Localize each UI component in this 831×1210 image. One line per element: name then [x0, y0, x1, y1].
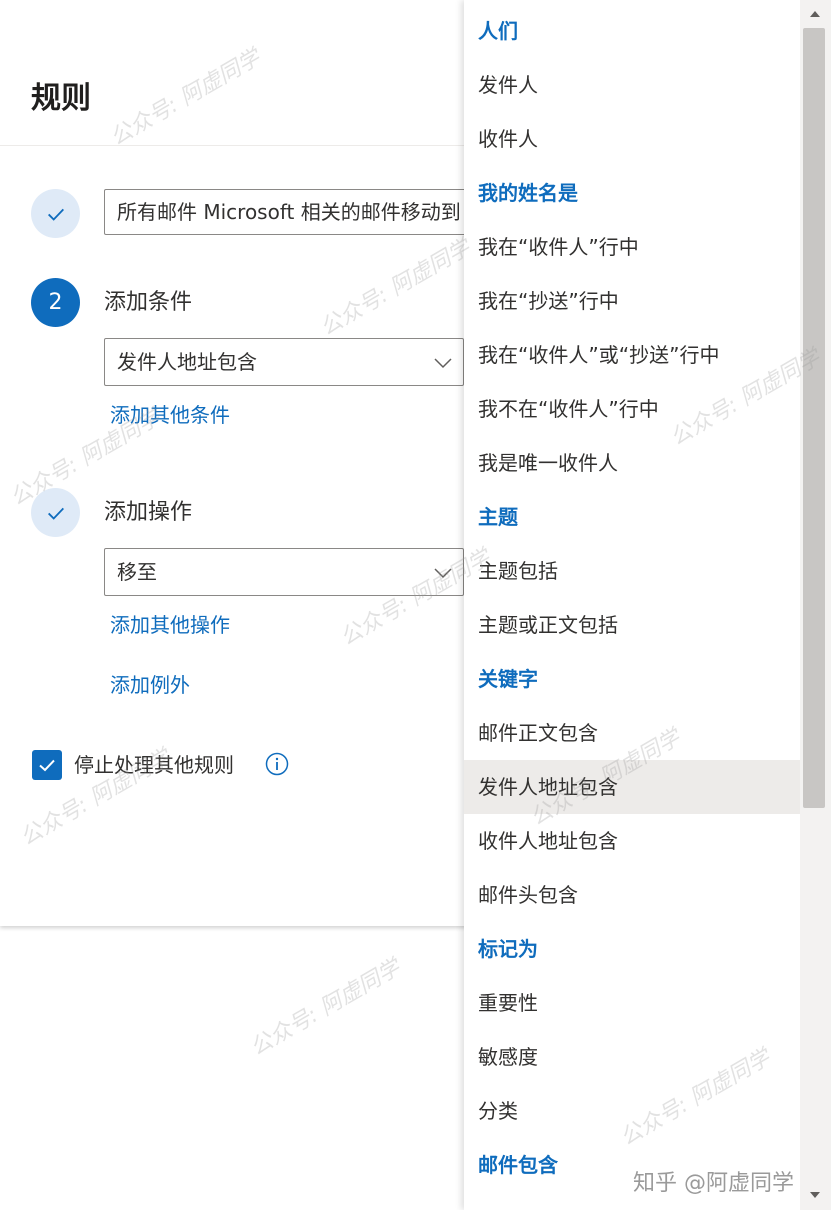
menu-item[interactable]: 收件人 — [464, 112, 800, 166]
menu-item[interactable]: 邮件头包含 — [464, 868, 800, 922]
action-dropdown[interactable]: 移至 — [104, 548, 464, 596]
menu-item[interactable]: 我在“抄送”行中 — [464, 274, 800, 328]
checkmark-icon — [39, 759, 55, 772]
scroll-up-arrow-icon[interactable] — [805, 4, 825, 24]
menu-item[interactable]: 我是唯一收件人 — [464, 436, 800, 490]
page-title: 规则 — [31, 81, 91, 116]
menu-item[interactable]: 邮件正文包含 — [464, 706, 800, 760]
add-action-link[interactable]: 添加其他操作 — [110, 611, 230, 639]
stop-processing-checkbox[interactable] — [32, 750, 62, 780]
add-condition-heading: 添加条件 — [104, 290, 193, 315]
stop-processing-label: 停止处理其他规则 — [74, 753, 234, 777]
menu-item[interactable]: 发件人地址包含 — [464, 760, 800, 814]
title-divider — [0, 145, 470, 146]
condition-dropdown[interactable]: 发件人地址包含 — [104, 338, 464, 386]
menu-item[interactable]: 我在“收件人”或“抄送”行中 — [464, 328, 800, 382]
add-condition-link[interactable]: 添加其他条件 — [110, 401, 230, 429]
add-exception-link[interactable]: 添加例外 — [110, 671, 190, 699]
menu-group-header: 主题 — [478, 505, 518, 529]
menu-group-header: 关键字 — [478, 667, 538, 691]
menu-item[interactable]: 我在“收件人”行中 — [464, 220, 800, 274]
menu-group-header: 邮件包含 — [478, 1153, 558, 1177]
menu-group-header: 我的姓名是 — [478, 181, 578, 205]
condition-dropdown-value: 发件人地址包含 — [117, 350, 257, 374]
watermark: 公众号: 阿虚同学 — [246, 955, 405, 1062]
step1-check-icon — [31, 189, 80, 238]
menu-item[interactable]: 发件人 — [464, 58, 800, 112]
rules-panel: 规则 所有邮件 Microsoft 相关的邮件移动到 2 添加条件 发件人地址包… — [0, 0, 474, 926]
info-icon[interactable] — [265, 752, 289, 776]
chevron-down-icon — [434, 568, 452, 579]
menu-item[interactable]: 主题包括 — [464, 544, 800, 598]
menu-group-header: 人们 — [478, 19, 518, 43]
condition-menu: 人们发件人 收件人我的姓名是我在“收件人”行中 我在“抄送”行中 我在“收件人”或“抄… — [464, 0, 831, 1210]
scrollbar-thumb[interactable] — [803, 28, 825, 808]
menu-item[interactable]: 重要性 — [464, 976, 800, 1030]
menu-item[interactable]: 敏感度 — [464, 1030, 800, 1084]
scroll-down-arrow-icon[interactable] — [805, 1185, 825, 1205]
menu-group-header: 标记为 — [478, 937, 538, 961]
rule-name-input[interactable]: 所有邮件 Microsoft 相关的邮件移动到 — [104, 189, 474, 235]
add-action-heading: 添加操作 — [104, 500, 193, 525]
action-dropdown-value: 移至 — [117, 560, 157, 584]
step2-number-badge: 2 — [31, 278, 80, 327]
step3-check-icon — [31, 488, 80, 537]
menu-item[interactable]: 分类 — [464, 1084, 800, 1138]
menu-item[interactable]: 我不在“收件人”行中 — [464, 382, 800, 436]
menu-item[interactable]: 收件人地址包含 — [464, 814, 800, 868]
menu-item[interactable]: 主题或正文包括 — [464, 598, 800, 652]
chevron-down-icon — [434, 358, 452, 369]
